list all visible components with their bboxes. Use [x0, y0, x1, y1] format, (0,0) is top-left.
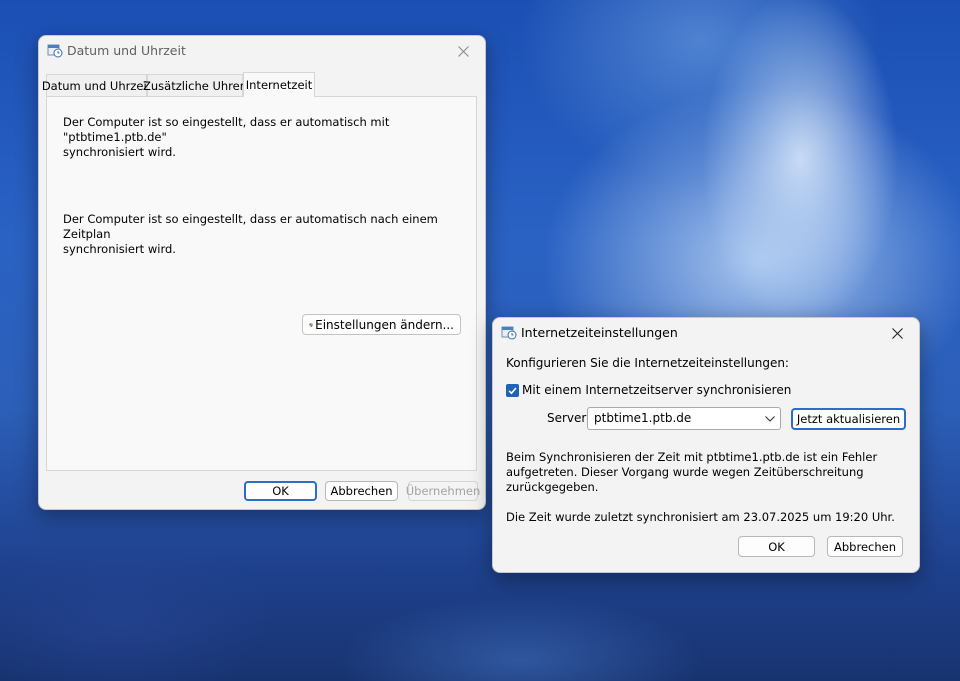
tab-internet-time[interactable]: Internetzeit	[243, 72, 315, 97]
server-label: Server:	[547, 411, 591, 425]
change-settings-label: Einstellungen ändern...	[315, 317, 454, 332]
server-select[interactable]: ptbtime1.ptb.de	[587, 407, 781, 430]
apply-label: Übernehmen	[405, 484, 481, 498]
dialog-ok-label: OK	[768, 539, 785, 554]
tab-panel: Der Computer ist so eingestellt, dass er…	[46, 96, 477, 471]
error-text: Beim Synchronisieren der Zeit mit ptbtim…	[506, 450, 878, 494]
ok-button[interactable]: OK	[244, 481, 317, 501]
tab-strip: Datum und Uhrzeit Zusätzliche Uhren Inte…	[42, 72, 478, 97]
cancel-button[interactable]: Abbrechen	[325, 481, 398, 501]
titlebar[interactable]: Datum und Uhrzeit	[39, 36, 485, 66]
datetime-window: Datum und Uhrzeit Datum und Uhrzeit Zusä…	[38, 35, 486, 510]
dialog-cancel-label: Abbrechen	[834, 539, 896, 554]
apply-button[interactable]: Übernehmen	[405, 481, 481, 501]
close-button[interactable]	[445, 36, 481, 66]
chevron-down-icon	[765, 416, 775, 422]
uac-shield-icon	[309, 322, 313, 327]
dialog-close-button[interactable]	[879, 318, 915, 348]
update-now-label: Jetzt aktualisieren	[796, 412, 901, 426]
sync-schedule-text: Der Computer ist so eingestellt, dass er…	[63, 212, 438, 256]
close-icon	[891, 327, 903, 339]
dialog-titlebar[interactable]: Internetzeiteinstellungen	[493, 318, 919, 348]
tab-label: Zusätzliche Uhren	[142, 78, 248, 93]
update-now-button[interactable]: Jetzt aktualisieren	[791, 408, 906, 430]
dialog-title: Internetzeiteinstellungen	[521, 325, 678, 340]
tab-label: Internetzeit	[245, 78, 313, 92]
close-icon	[457, 45, 469, 57]
window-title: Datum und Uhrzeit	[67, 43, 186, 58]
server-value: ptbtime1.ptb.de	[594, 411, 692, 425]
dialog-ok-button[interactable]: OK	[738, 536, 815, 557]
checkmark-icon	[508, 387, 517, 395]
internet-time-dialog: Internetzeiteinstellungen Konfigurieren …	[492, 317, 920, 573]
clock-calendar-icon	[47, 42, 63, 58]
tab-additional-clocks[interactable]: Zusätzliche Uhren	[143, 74, 247, 96]
change-settings-button[interactable]: Einstellungen ändern...	[302, 314, 461, 335]
sync-checkbox[interactable]	[506, 384, 519, 397]
ok-label: OK	[272, 484, 289, 498]
cancel-label: Abbrechen	[330, 484, 393, 498]
clock-calendar-icon	[501, 324, 517, 340]
tab-label: Datum und Uhrzeit	[41, 78, 152, 93]
dialog-heading: Konfigurieren Sie die Internetzeiteinste…	[506, 356, 789, 370]
last-sync-text: Die Zeit wurde zuletzt synchronisiert am…	[506, 510, 895, 524]
sync-server-text: Der Computer ist so eingestellt, dass er…	[63, 115, 390, 159]
dialog-cancel-button[interactable]: Abbrechen	[827, 536, 903, 557]
sync-checkbox-label[interactable]: Mit einem Internetzeitserver synchronisi…	[522, 383, 791, 398]
tab-date-time[interactable]: Datum und Uhrzeit	[42, 74, 151, 96]
